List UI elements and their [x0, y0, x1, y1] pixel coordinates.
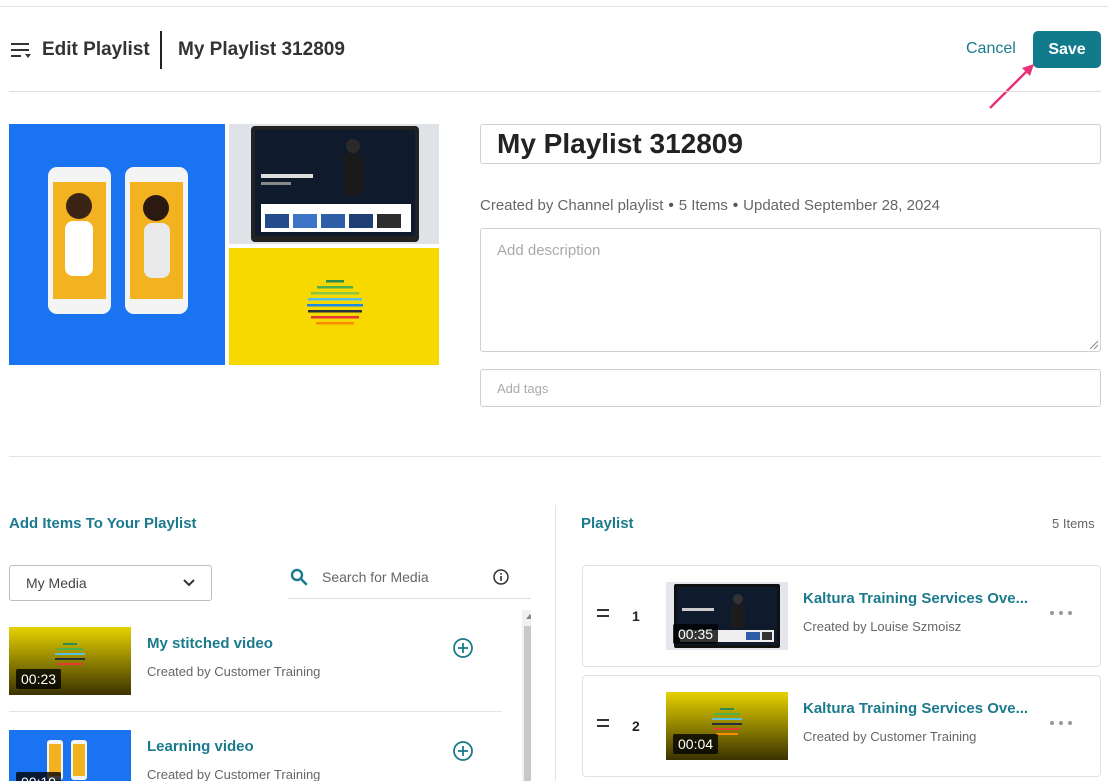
- search-input[interactable]: [322, 566, 482, 588]
- top-border: [0, 6, 1108, 7]
- page-header: Edit Playlist My Playlist 312809 Cancel …: [0, 28, 1108, 72]
- description-input[interactable]: [480, 228, 1101, 352]
- entry-creator: Created by Customer Training: [803, 729, 977, 744]
- duration-badge: 00:04: [673, 734, 719, 754]
- stripes-logo: [307, 280, 363, 325]
- more-horizontal-icon[interactable]: [1049, 609, 1073, 617]
- scrollbar-thumb[interactable]: [524, 626, 531, 781]
- media-thumbnail[interactable]: 00:23: [9, 627, 131, 695]
- playlist-name-heading: My Playlist 312809: [178, 39, 345, 60]
- media-thumbnail[interactable]: 00:19: [9, 730, 131, 781]
- playlist-items-count: 5 Items: [1052, 516, 1095, 531]
- media-creator: Created by Customer Training: [147, 664, 321, 679]
- thumbnail-tile-laptop: [229, 124, 439, 244]
- entry-index: 2: [632, 718, 640, 734]
- header-separator: [9, 91, 1101, 92]
- entry-title[interactable]: Kaltura Training Services Ove...: [803, 590, 1028, 607]
- info-icon[interactable]: [492, 568, 510, 586]
- page-title: Edit Playlist: [42, 39, 150, 60]
- list-item: 00:19 Learning video Created by Customer…: [9, 713, 502, 781]
- playlist-entry[interactable]: 1 00:35 Kaltura Training Services Ove...…: [582, 565, 1101, 667]
- more-horizontal-icon[interactable]: [1049, 719, 1073, 727]
- resize-grip-icon[interactable]: [1089, 340, 1099, 350]
- phones-illustration: [48, 167, 188, 314]
- list-item: 00:23 My stitched video Created by Custo…: [9, 610, 502, 712]
- playlist-meta: Created by Channel playlist • 5 Items • Upda…: [480, 197, 940, 214]
- meta-dot: •: [668, 197, 674, 214]
- entry-thumbnail[interactable]: 00:35: [666, 582, 788, 650]
- search-icon: [290, 568, 308, 586]
- entry-thumbnail[interactable]: 00:04: [666, 692, 788, 760]
- drag-handle-icon[interactable]: [597, 718, 609, 728]
- save-button[interactable]: Save: [1033, 31, 1101, 68]
- updated-text: Updated September 28, 2024: [743, 197, 940, 214]
- drag-handle-icon[interactable]: [597, 608, 609, 618]
- laptop-illustration: [229, 124, 439, 244]
- items-count-text: 5 Items: [678, 197, 728, 214]
- playlist-entry[interactable]: 2 00:04 Kaltura Training Services Ove...…: [582, 675, 1101, 777]
- cancel-button[interactable]: Cancel: [960, 38, 1022, 60]
- duration-badge: 00:35: [673, 624, 719, 644]
- media-list: 00:23 My stitched video Created by Custo…: [9, 610, 531, 781]
- playlist-thumbnail-mosaic: [9, 124, 439, 365]
- playlist-heading: Playlist: [581, 515, 634, 532]
- media-title[interactable]: My stitched video: [147, 635, 273, 652]
- header-divider: [160, 31, 162, 69]
- scroll-up-arrow[interactable]: [526, 614, 531, 619]
- thumbnail-tile-logo: [229, 248, 439, 365]
- section-separator: [9, 456, 1101, 457]
- media-list-scrollbar[interactable]: [522, 610, 531, 781]
- plus-circle-icon[interactable]: [452, 637, 474, 659]
- panel-divider: [555, 505, 556, 781]
- entry-title[interactable]: Kaltura Training Services Ove...: [803, 700, 1028, 717]
- media-source-value: My Media: [26, 575, 87, 591]
- media-search: [288, 560, 531, 599]
- media-source-select[interactable]: My Media: [9, 565, 212, 601]
- duration-badge: 00:19: [16, 772, 62, 781]
- media-creator: Created by Customer Training: [147, 767, 321, 781]
- meta-dot: •: [732, 197, 739, 214]
- thumbnail-tile-phones: [9, 124, 225, 365]
- add-items-heading: Add Items To Your Playlist: [9, 515, 197, 532]
- playlist-menu-icon: [11, 43, 31, 58]
- entry-creator: Created by Louise Szmoisz: [803, 619, 962, 634]
- plus-circle-icon[interactable]: [452, 740, 474, 762]
- playlist-title-input[interactable]: [480, 124, 1101, 164]
- item-separator: [9, 711, 502, 712]
- tags-input[interactable]: [480, 369, 1101, 407]
- duration-badge: 00:23: [16, 669, 62, 689]
- entry-index: 1: [632, 608, 640, 624]
- created-by-text: Created by Channel playlist: [480, 197, 664, 214]
- media-title[interactable]: Learning video: [147, 738, 254, 755]
- annotation-arrow: [989, 64, 1034, 109]
- chevron-down-icon: [183, 579, 195, 587]
